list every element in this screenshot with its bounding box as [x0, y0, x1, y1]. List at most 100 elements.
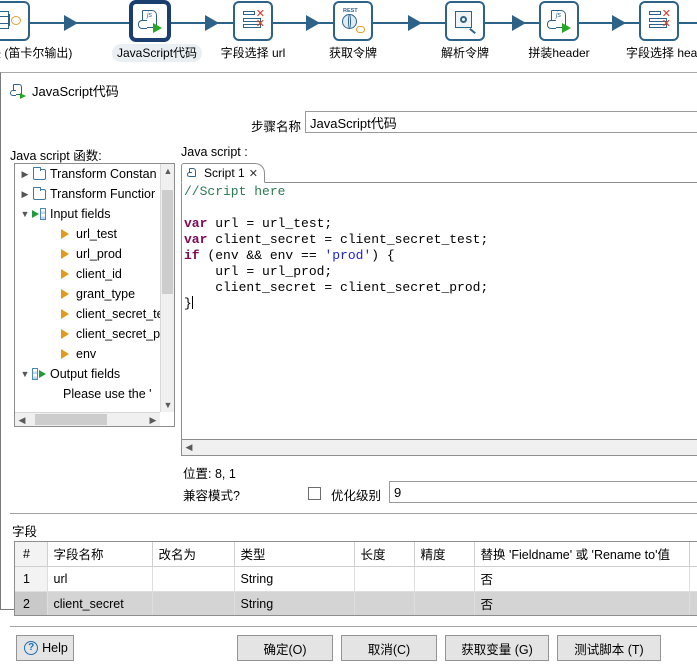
column-header-index[interactable]: # — [15, 542, 48, 567]
test-script-button[interactable]: 测试脚本 (T) — [557, 635, 661, 661]
tree-node-label: Input fields — [50, 207, 111, 221]
cell-length[interactable] — [354, 591, 415, 615]
code-keyword-var: var — [184, 216, 208, 231]
javascript-code-icon — [10, 83, 26, 99]
field-icon — [57, 349, 73, 359]
cell-field-name[interactable]: client_secret — [47, 591, 153, 615]
step-box: js — [539, 1, 579, 41]
cell-type[interactable]: String — [234, 566, 355, 592]
pipeline-step-join-cartesian[interactable]: 关联 (笛卡尔输出) — [0, 0, 72, 62]
tree-node-input-fields[interactable]: ▼ Input fields — [15, 204, 160, 224]
tree-node-field-client-secret-prod[interactable]: client_secret_pro — [15, 324, 160, 344]
get-variables-button[interactable]: 获取变量 (G) — [445, 635, 549, 661]
table-row[interactable]: 2 client_secret String 否 — [15, 591, 697, 615]
field-icon — [57, 269, 73, 279]
column-header-replace-value[interactable]: 替换 'Fieldname' 或 'Rename to'值 — [474, 542, 690, 567]
cell-field-name[interactable]: url — [47, 566, 153, 592]
ok-button[interactable]: 确定(O) — [237, 635, 333, 661]
code-line-4: url = url_prod; — [184, 264, 333, 279]
code-keyword-var: var — [184, 232, 208, 247]
tree-node-label: client_id — [76, 267, 122, 281]
pipeline-step-select-values-url[interactable]: ✕ ✕ 字段选择 url — [215, 0, 291, 62]
tree-node-label: client_secret_tes — [76, 307, 160, 321]
step-box — [445, 1, 485, 41]
tree-node-transform-constants[interactable]: ▶ Transform Constan — [15, 164, 160, 184]
tree-node-output-fields[interactable]: ▼ Output fields — [15, 364, 160, 384]
chevron-right-icon[interactable]: ▶ — [19, 184, 31, 204]
hop-arrow — [64, 15, 78, 31]
pipeline-step-label: JavaScript代码 — [112, 44, 203, 62]
cell-spacer — [689, 591, 697, 615]
tree-node-label: url_test — [76, 227, 117, 241]
tree-vertical-scrollbar[interactable]: ▲ ▼ — [160, 164, 174, 412]
code-text[interactable]: //Script here var url = url_test; var cl… — [184, 184, 697, 312]
tree-node-field-env[interactable]: env — [15, 344, 160, 364]
output-fields-icon — [31, 368, 47, 381]
pipeline-step-label: 字段选择 url — [220, 46, 286, 60]
tree-node-field-url-test[interactable]: url_test — [15, 224, 160, 244]
folder-icon — [31, 166, 47, 180]
editor-horizontal-scrollbar[interactable]: ◀ — [181, 440, 697, 456]
cell-index: 2 — [15, 591, 48, 615]
js-functions-tree[interactable]: ▶ Transform Constan ▶ Transform Functior… — [14, 163, 175, 427]
chevron-down-icon[interactable]: ▼ — [19, 364, 31, 384]
pipeline-canvas[interactable]: 关联 (笛卡尔输出) js JavaScript代码 ✕✕ 字段选择 url — [0, 0, 697, 72]
scroll-right-icon[interactable]: ▶ — [146, 413, 160, 426]
field-icon — [57, 329, 73, 339]
cursor-position-label: 位置: 8, 1 — [183, 467, 236, 481]
tree-horizontal-scroll-thumb[interactable] — [35, 414, 107, 425]
field-icon — [57, 309, 73, 319]
cell-replace-value[interactable]: 否 — [474, 566, 690, 592]
pipeline-step-javascript-code[interactable]: js JavaScript代码 — [112, 0, 203, 62]
section-divider — [10, 513, 697, 514]
select-values-icon: ✕ ✕ — [646, 8, 672, 34]
column-header-rename-to[interactable]: 改名为 — [152, 542, 235, 567]
code-editor[interactable]: //Script here var url = url_test; var cl… — [181, 183, 697, 440]
scroll-down-icon[interactable]: ▼ — [161, 398, 174, 412]
tree-node-transform-functions[interactable]: ▶ Transform Functior — [15, 184, 160, 204]
cell-replace-value[interactable]: 否 — [474, 591, 690, 615]
tree-node-field-client-secret-test[interactable]: client_secret_tes — [15, 304, 160, 324]
cell-type[interactable]: String — [234, 591, 355, 615]
cell-rename-to[interactable] — [152, 591, 235, 615]
column-header-precision[interactable]: 精度 — [414, 542, 475, 567]
pipeline-step-build-header[interactable]: js 拼装header — [521, 0, 597, 62]
pipeline-step-label: 获取令牌 — [328, 46, 377, 60]
tree-horizontal-scrollbar[interactable]: ◀ ▶ — [15, 412, 160, 426]
column-header-field-name[interactable]: 字段名称 — [47, 542, 153, 567]
pipeline-step-get-token[interactable]: REST 获取令牌 — [315, 0, 391, 62]
scroll-up-icon[interactable]: ▲ — [161, 164, 174, 178]
rest-client-icon: REST — [340, 8, 366, 34]
editor-tab-script-1[interactable]: Script 1 ✕ — [181, 163, 265, 183]
script-editor-panel: Script 1 ✕ //Script here var url = url_t… — [181, 163, 697, 456]
cancel-button[interactable]: 取消(C) — [341, 635, 437, 661]
chevron-right-icon[interactable]: ▶ — [19, 164, 31, 184]
cell-precision[interactable] — [414, 591, 475, 615]
table-row[interactable]: 1 url String 否 — [15, 566, 697, 592]
scroll-left-icon[interactable]: ◀ — [182, 440, 196, 454]
compatibility-mode-checkbox[interactable] — [308, 487, 321, 500]
column-header-type[interactable]: 类型 — [234, 542, 355, 567]
pipeline-step-select-values-header[interactable]: ✕✕ 字段选择 header — [621, 0, 697, 62]
tree-node-label: Transform Functior — [50, 187, 156, 201]
tree-node-field-client-id[interactable]: client_id — [15, 264, 160, 284]
close-icon[interactable]: ✕ — [249, 167, 258, 180]
tree-node-field-grant-type[interactable]: grant_type — [15, 284, 160, 304]
json-input-icon — [452, 8, 478, 35]
chevron-down-icon[interactable]: ▼ — [19, 204, 31, 224]
column-header-length[interactable]: 长度 — [354, 542, 415, 567]
cell-spacer — [689, 566, 697, 592]
javascript-code-icon: js — [546, 8, 572, 34]
fields-table[interactable]: # 字段名称 改名为 类型 长度 精度 替换 'Fieldname' 或 'Re… — [14, 541, 697, 616]
scroll-left-icon[interactable]: ◀ — [15, 413, 29, 426]
cell-rename-to[interactable] — [152, 566, 235, 592]
cell-length[interactable] — [354, 566, 415, 592]
tree-node-field-url-prod[interactable]: url_prod — [15, 244, 160, 264]
pipeline-step-parse-token[interactable]: 解析令牌 — [427, 0, 503, 62]
help-button[interactable]: ? Help — [16, 635, 74, 661]
cell-precision[interactable] — [414, 566, 475, 592]
tree-vertical-scroll-thumb[interactable] — [162, 190, 173, 294]
step-name-input[interactable] — [305, 111, 697, 133]
optimization-level-input[interactable] — [389, 481, 697, 503]
tree-content[interactable]: ▶ Transform Constan ▶ Transform Functior… — [15, 164, 160, 426]
